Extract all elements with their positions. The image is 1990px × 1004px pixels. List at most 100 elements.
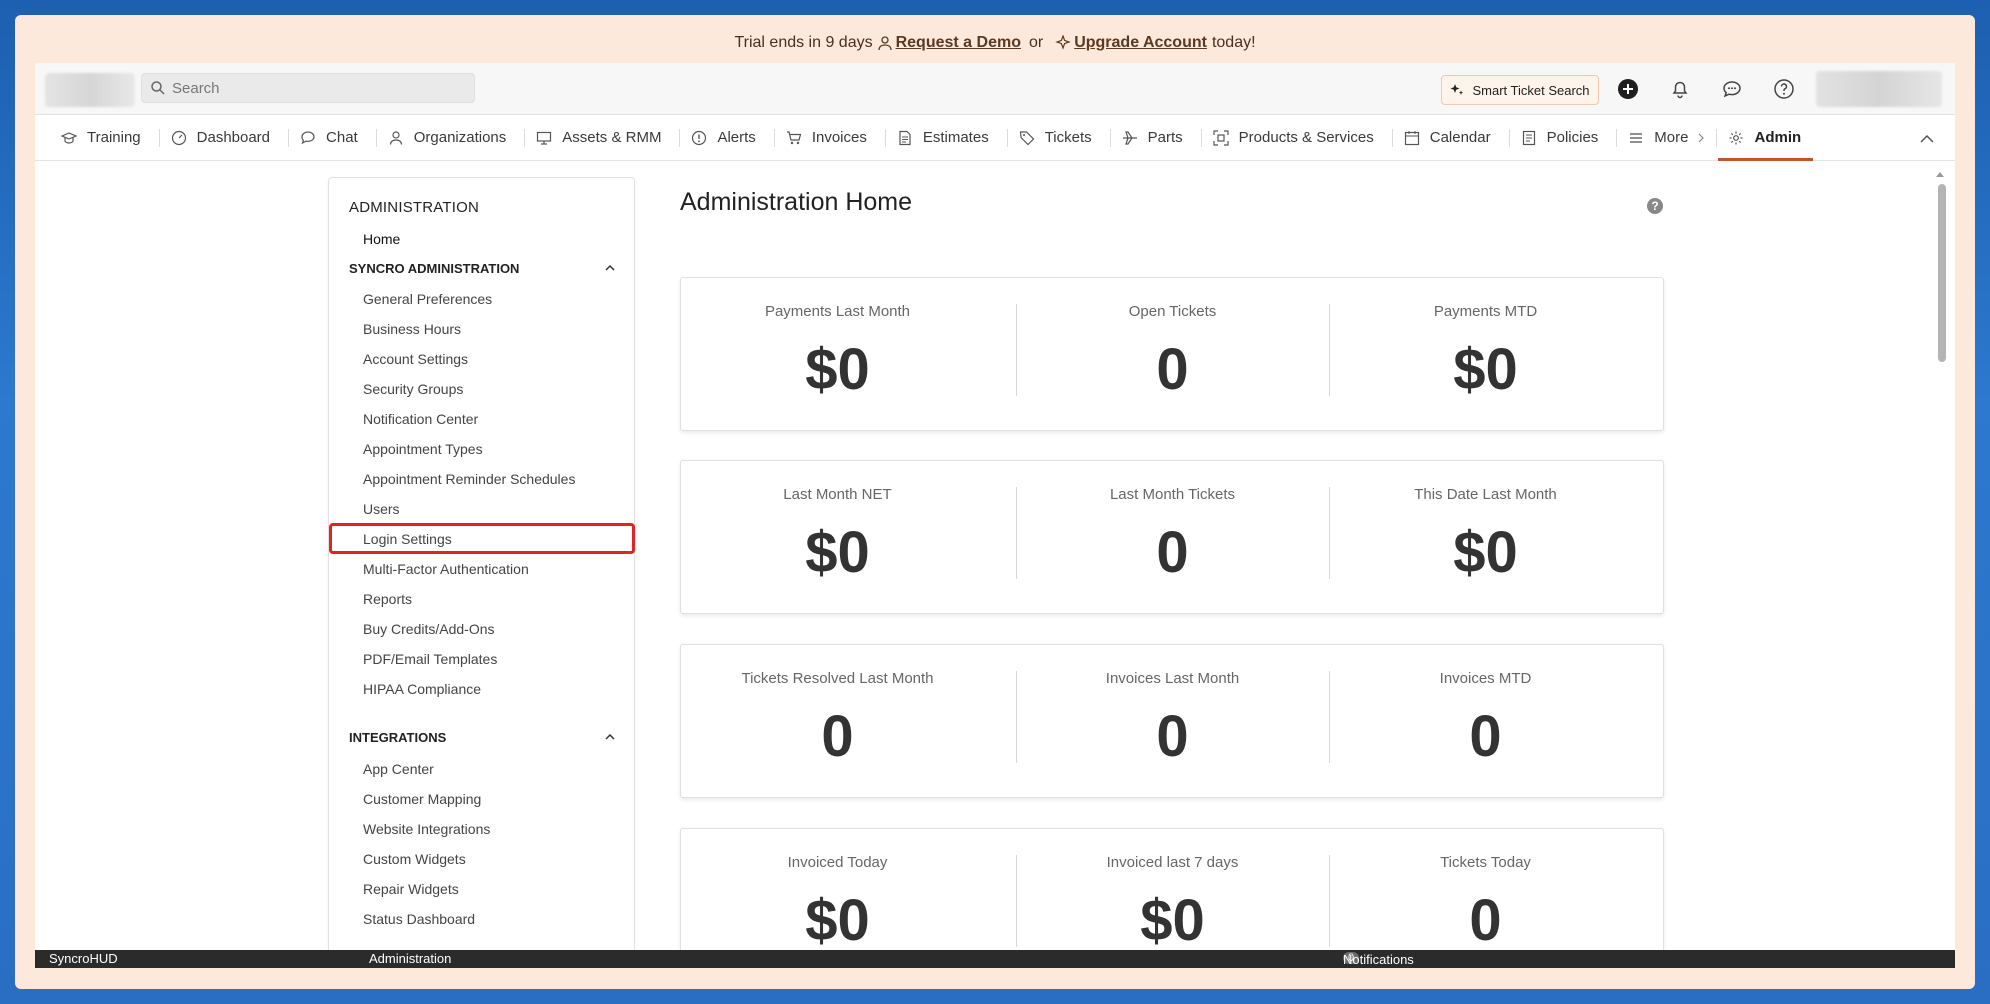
- help-icon[interactable]: ?: [1646, 197, 1664, 215]
- stat-value: 0: [821, 704, 854, 769]
- alert-icon: [692, 130, 707, 145]
- stat-label: Tickets Resolved Last Month: [741, 670, 934, 687]
- stat-value: $0: [1453, 337, 1518, 402]
- chevron-up-icon[interactable]: [1915, 127, 1939, 151]
- nav-label: Tickets: [1044, 129, 1092, 146]
- nav-admin[interactable]: Admin: [1716, 115, 1819, 161]
- graduation-cap-icon: [61, 131, 77, 144]
- stat-this-date-last-month: This Date Last Month $0: [1329, 461, 1642, 615]
- sidebar-item-website-integrations[interactable]: Website Integrations: [363, 821, 490, 837]
- nav-label: Calendar: [1429, 129, 1491, 146]
- search-box[interactable]: [141, 73, 475, 103]
- sidebar-item-reports[interactable]: Reports: [363, 591, 412, 607]
- stat-value: $0: [805, 337, 870, 402]
- chevron-right-icon: [1699, 133, 1705, 142]
- sidebar-item-custom-widgets[interactable]: Custom Widgets: [363, 851, 466, 867]
- request-demo-link[interactable]: Request a Demo: [896, 34, 1021, 52]
- chat-bubble-icon[interactable]: [1719, 76, 1745, 102]
- admin-sidebar: ADMINISTRATION Home SYNCRO ADMINISTRATIO…: [328, 177, 635, 950]
- sidebar-item-pdf-email-templates[interactable]: PDF/Email Templates: [363, 651, 497, 667]
- nav-invoices[interactable]: Invoices: [773, 115, 885, 161]
- sidebar-item-appointment-types[interactable]: Appointment Types: [363, 441, 483, 457]
- stat-value: 0: [1156, 337, 1189, 402]
- sidebar-item-business-hours[interactable]: Business Hours: [363, 321, 461, 337]
- sidebar-item-hipaa-compliance[interactable]: HIPAA Compliance: [363, 681, 481, 697]
- nav-label: Products & Services: [1238, 129, 1374, 146]
- nav-parts[interactable]: Parts: [1109, 115, 1201, 161]
- stat-label: Payments Last Month: [764, 303, 911, 320]
- nav-chat[interactable]: Chat: [288, 115, 376, 161]
- nav-policies[interactable]: Policies: [1508, 115, 1617, 161]
- smart-ticket-search-label: Smart Ticket Search: [1472, 82, 1590, 98]
- stat-label: Invoiced Today: [787, 854, 888, 871]
- stat-open-tickets: Open Tickets 0: [1016, 278, 1329, 432]
- sidebar-title: ADMINISTRATION: [349, 199, 480, 216]
- sidebar-item-home[interactable]: Home: [363, 231, 400, 247]
- sidebar-item-account-settings[interactable]: Account Settings: [363, 351, 468, 367]
- gauge-icon: [171, 130, 186, 145]
- scroll-up-arrow-icon[interactable]: [1935, 170, 1945, 178]
- sidebar-item-status-dashboard[interactable]: Status Dashboard: [363, 911, 475, 927]
- gear-icon: [1729, 131, 1743, 144]
- search-input[interactable]: [172, 79, 472, 97]
- nav-alerts[interactable]: Alerts: [679, 115, 773, 161]
- add-icon[interactable]: [1615, 76, 1641, 102]
- chevron-up-icon[interactable]: [603, 730, 617, 744]
- section-syncro-administration[interactable]: SYNCRO ADMINISTRATION: [349, 261, 617, 276]
- status-app-name[interactable]: SyncroHUD: [49, 951, 118, 966]
- main-nav: Training Dashboard Chat Organizations As…: [35, 115, 1955, 161]
- nav-label: Estimates: [922, 129, 989, 146]
- sidebar-item-multi-factor-authentication[interactable]: Multi-Factor Authentication: [363, 561, 529, 577]
- policy-icon: [1522, 130, 1535, 145]
- stat-label: Invoices MTD: [1439, 670, 1532, 687]
- logo[interactable]: [45, 73, 135, 107]
- stat-last-month-net: Last Month NET $0: [681, 461, 994, 615]
- smart-ticket-search-button[interactable]: Smart Ticket Search: [1441, 75, 1599, 105]
- person-icon: [877, 36, 892, 51]
- sidebar-item-app-center[interactable]: App Center: [363, 761, 434, 777]
- stat-value: 0: [1469, 888, 1502, 950]
- nav-estimates[interactable]: Estimates: [884, 115, 1007, 161]
- stat-value: 0: [1469, 704, 1502, 769]
- stat-last-month-tickets: Last Month Tickets 0: [1016, 461, 1329, 615]
- user-profile[interactable]: [1816, 71, 1942, 107]
- trial-text: Trial ends in 9 days: [734, 34, 873, 51]
- bell-icon[interactable]: [1667, 76, 1693, 102]
- stat-value: $0: [1140, 888, 1205, 950]
- nav-products-services[interactable]: Products & Services: [1200, 115, 1392, 161]
- calendar-icon: [1404, 130, 1419, 145]
- sidebar-item-repair-widgets[interactable]: Repair Widgets: [363, 881, 459, 897]
- person-icon: [389, 130, 402, 145]
- help-icon[interactable]: [1771, 76, 1797, 102]
- sidebar-item-customer-mapping[interactable]: Customer Mapping: [363, 791, 481, 807]
- notifications-label: Notifications: [1343, 952, 1414, 967]
- chevron-up-icon[interactable]: [603, 261, 617, 275]
- nav-calendar[interactable]: Calendar: [1391, 115, 1509, 161]
- nav-label: Training: [87, 129, 141, 146]
- content-area: ADMINISTRATION Home SYNCRO ADMINISTRATIO…: [35, 162, 1955, 950]
- scrollbar-thumb[interactable]: [1938, 184, 1946, 362]
- tag-icon: [1019, 130, 1035, 145]
- sidebar-item-notification-center[interactable]: Notification Center: [363, 411, 478, 427]
- nav-more[interactable]: More: [1616, 115, 1716, 161]
- stat-label: Payments MTD: [1433, 303, 1538, 320]
- nav-tickets[interactable]: Tickets: [1006, 115, 1110, 161]
- stat-label: This Date Last Month: [1414, 486, 1557, 503]
- nav-label: Parts: [1147, 129, 1183, 146]
- plane-icon: [1122, 130, 1137, 145]
- stat-payments-last-month: Payments Last Month $0: [681, 278, 994, 432]
- nav-label: Organizations: [413, 129, 507, 146]
- search-icon: [151, 81, 165, 95]
- nav-training[interactable]: Training: [49, 115, 159, 161]
- sidebar-item-security-groups[interactable]: Security Groups: [363, 381, 463, 397]
- sidebar-item-buy-credits[interactable]: Buy Credits/Add-Ons: [363, 621, 495, 637]
- section-integrations[interactable]: INTEGRATIONS: [349, 730, 617, 745]
- nav-dashboard[interactable]: Dashboard: [158, 115, 288, 161]
- sidebar-item-general-preferences[interactable]: General Preferences: [363, 291, 492, 307]
- sidebar-item-users[interactable]: Users: [363, 501, 400, 517]
- nav-organizations[interactable]: Organizations: [375, 115, 525, 161]
- sidebar-item-login-settings[interactable]: Login Settings: [363, 531, 452, 547]
- upgrade-account-link[interactable]: Upgrade Account: [1074, 34, 1207, 52]
- nav-assets-rmm[interactable]: Assets & RMM: [524, 115, 679, 161]
- sidebar-item-appointment-reminder-schedules[interactable]: Appointment Reminder Schedules: [363, 471, 575, 487]
